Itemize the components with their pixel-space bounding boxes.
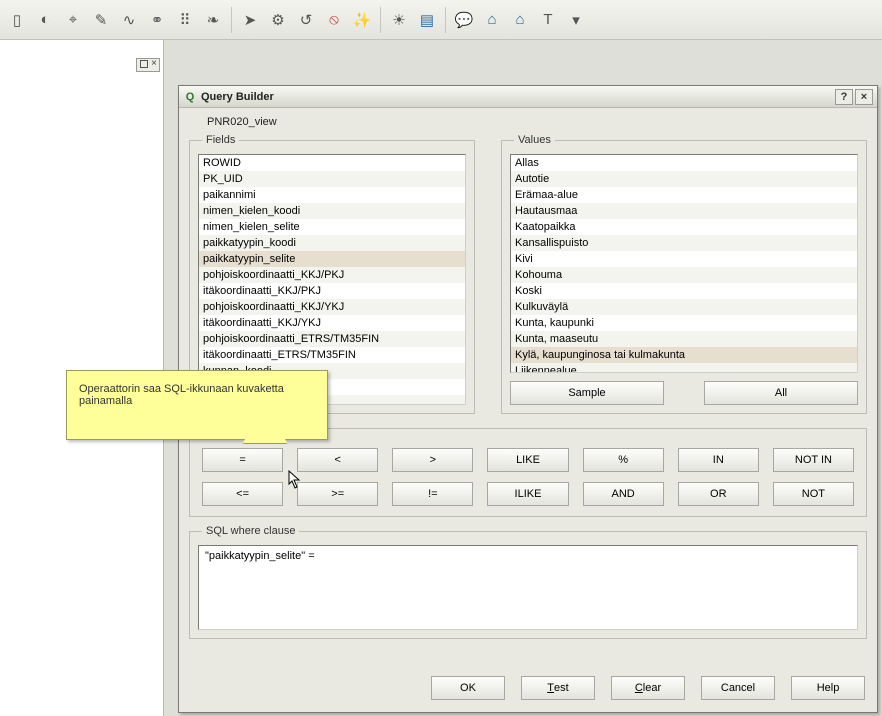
wand-icon[interactable]: ✨ bbox=[349, 7, 375, 33]
values-row[interactable]: Kylä, kaupunginosa tai kulmakunta bbox=[511, 347, 857, 363]
values-row[interactable]: Kunta, maaseutu bbox=[511, 331, 857, 347]
fields-row[interactable]: pohjoiskoordinaatti_KKJ/PKJ bbox=[199, 267, 465, 283]
fields-row[interactable]: paikannimi bbox=[199, 187, 465, 203]
home-icon[interactable]: ⌂ bbox=[507, 7, 533, 33]
values-row[interactable]: Kansallispuisto bbox=[511, 235, 857, 251]
where-legend: SQL where clause bbox=[202, 525, 299, 537]
op--button[interactable]: >= bbox=[297, 482, 378, 506]
dock-controls[interactable]: × bbox=[136, 58, 160, 72]
values-legend: Values bbox=[514, 134, 555, 146]
fields-row[interactable]: nimen_kielen_koodi bbox=[199, 203, 465, 219]
sample-button[interactable]: Sample bbox=[510, 381, 664, 405]
dots-icon[interactable]: ⠿ bbox=[172, 7, 198, 33]
callout-icon[interactable]: ✎ bbox=[88, 7, 114, 33]
path-icon[interactable]: ∿ bbox=[116, 7, 142, 33]
calendar-chart-icon[interactable]: ▤ bbox=[414, 7, 440, 33]
help-button[interactable]: Help bbox=[791, 676, 865, 700]
dock-close-icon: × bbox=[151, 58, 157, 69]
values-row[interactable]: Kunta, kaupunki bbox=[511, 315, 857, 331]
leaf-icon[interactable]: ❧ bbox=[200, 7, 226, 33]
op-or-button[interactable]: OR bbox=[678, 482, 759, 506]
fields-row[interactable]: itäkoordinaatti_KKJ/YKJ bbox=[199, 315, 465, 331]
fields-row[interactable]: nimen_kielen_selite bbox=[199, 219, 465, 235]
values-row[interactable]: Allas bbox=[511, 155, 857, 171]
fields-legend: Fields bbox=[202, 134, 239, 146]
dialog-button-row: OK Test Clear Cancel Help bbox=[189, 668, 867, 702]
operators-grid: = < > LIKE% IN NOT IN <= >= != ILIKE AND OR NOT bbox=[198, 442, 858, 508]
values-row[interactable]: Erämaa-alue bbox=[511, 187, 857, 203]
dialog-title: Query Builder bbox=[201, 91, 833, 103]
fields-row[interactable]: ROWID bbox=[199, 155, 465, 171]
callout-arrow-icon bbox=[243, 399, 287, 443]
pointer-icon[interactable]: ➤ bbox=[237, 7, 263, 33]
fields-row[interactable]: itäkoordinaatti_KKJ/PKJ bbox=[199, 283, 465, 299]
people-icon[interactable]: ⚭ bbox=[144, 7, 170, 33]
speech-icon[interactable]: 💬 bbox=[451, 7, 477, 33]
values-row[interactable]: Hautausmaa bbox=[511, 203, 857, 219]
chev-icon[interactable]: ▾ bbox=[563, 7, 589, 33]
values-row[interactable]: Kaatopaikka bbox=[511, 219, 857, 235]
pointer-undo-icon[interactable]: ↺ bbox=[293, 7, 319, 33]
toolbar-sep bbox=[231, 7, 232, 33]
op--button[interactable]: > bbox=[392, 448, 473, 472]
app-icon: Q bbox=[183, 90, 197, 104]
values-row[interactable]: Koski bbox=[511, 283, 857, 299]
bar-icon[interactable]: ▯ bbox=[4, 7, 30, 33]
toolbar-sep bbox=[380, 7, 381, 33]
op-and-button[interactable]: AND bbox=[583, 482, 664, 506]
op--button[interactable]: < bbox=[297, 448, 378, 472]
no-icon[interactable]: ⦸ bbox=[321, 7, 347, 33]
op-notin-button[interactable]: NOT IN bbox=[773, 448, 854, 472]
op-like-button[interactable]: LIKE bbox=[487, 448, 568, 472]
toolbar-sep bbox=[445, 7, 446, 33]
help-callout: Operaattorin saa SQL-ikkunaan kuvaketta … bbox=[66, 370, 328, 440]
where-group: SQL where clause bbox=[189, 525, 867, 639]
help-titlebutton[interactable]: ? bbox=[835, 89, 853, 105]
op-in-button[interactable]: IN bbox=[678, 448, 759, 472]
layer-name: PNR020_view bbox=[189, 114, 867, 128]
home-arrow-icon[interactable]: ⌂ bbox=[479, 7, 505, 33]
values-group: Values AllasAutotieErämaa-alueHautausmaa… bbox=[501, 134, 867, 414]
ok-button[interactable]: OK bbox=[431, 676, 505, 700]
cancel-button[interactable]: Cancel bbox=[701, 676, 775, 700]
values-listbox[interactable]: AllasAutotieErämaa-alueHautausmaaKaatopa… bbox=[510, 154, 858, 373]
dialog-titlebar[interactable]: Q Query Builder ? × bbox=[179, 86, 877, 108]
calendar-star-icon[interactable]: ☀ bbox=[386, 7, 412, 33]
op--button[interactable]: % bbox=[583, 448, 664, 472]
dock-detach-icon bbox=[140, 60, 148, 68]
op--button[interactable]: != bbox=[392, 482, 473, 506]
app-toolbar: ▯ ◐ ⌖ ✎ ∿ ⚭ ⠿ ❧ ➤ ⚙ ↺ ⦸ ✨ ☀ ▤ 💬 ⌂ ⌂ T ▾ bbox=[0, 0, 882, 40]
values-row[interactable]: Autotie bbox=[511, 171, 857, 187]
test-button[interactable]: Test bbox=[521, 676, 595, 700]
planet-icon[interactable]: ◐ bbox=[32, 7, 58, 33]
fields-listbox[interactable]: ROWIDPK_UIDpaikanniminimen_kielen_koodin… bbox=[198, 154, 466, 405]
fields-row[interactable]: pohjoiskoordinaatti_KKJ/YKJ bbox=[199, 299, 465, 315]
close-titlebutton[interactable]: × bbox=[855, 89, 873, 105]
op-ilike-button[interactable]: ILIKE bbox=[487, 482, 568, 506]
values-row[interactable]: Kulkuväylä bbox=[511, 299, 857, 315]
op-not-button[interactable]: NOT bbox=[773, 482, 854, 506]
fields-row[interactable]: PK_UID bbox=[199, 171, 465, 187]
fields-row[interactable]: itäkoordinaatti_ETRS/TM35FIN bbox=[199, 347, 465, 363]
text-icon[interactable]: T bbox=[535, 7, 561, 33]
fields-row[interactable]: paikkatyypin_koodi bbox=[199, 235, 465, 251]
values-row[interactable]: Kivi bbox=[511, 251, 857, 267]
values-row[interactable]: Kohouma bbox=[511, 267, 857, 283]
pointer-gear-icon[interactable]: ⚙ bbox=[265, 7, 291, 33]
values-row[interactable]: Liikennealue bbox=[511, 363, 857, 373]
op--button[interactable]: = bbox=[202, 448, 283, 472]
fields-row[interactable]: paikkatyypin_selite bbox=[199, 251, 465, 267]
all-button[interactable]: All bbox=[704, 381, 858, 405]
fields-row[interactable]: pohjoiskoordinaatti_ETRS/TM35FIN bbox=[199, 331, 465, 347]
where-textarea[interactable] bbox=[198, 545, 858, 630]
clear-button[interactable]: Clear bbox=[611, 676, 685, 700]
op--button[interactable]: <= bbox=[202, 482, 283, 506]
marker-icon[interactable]: ⌖ bbox=[60, 7, 86, 33]
